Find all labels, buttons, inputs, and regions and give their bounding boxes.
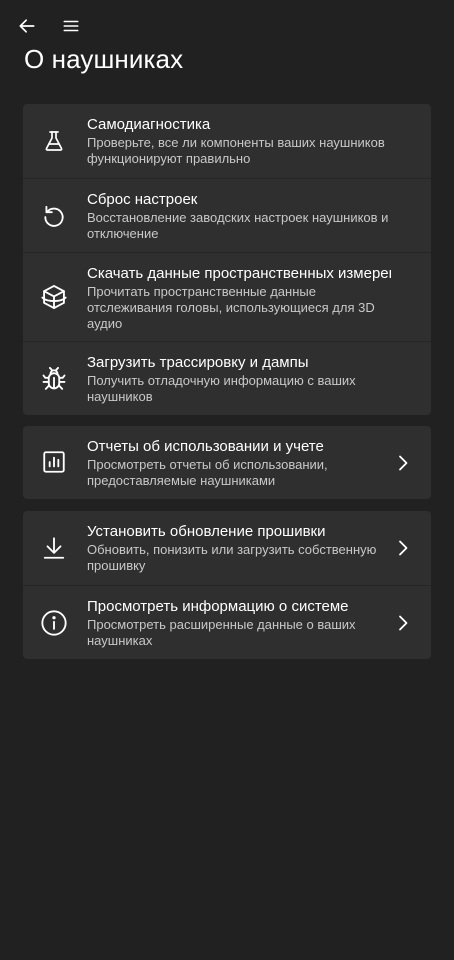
reset-icon — [39, 201, 69, 231]
item-title: Самодиагностика — [87, 116, 211, 133]
system-card: Установить обновление прошивки Обновить,… — [23, 511, 431, 659]
spatial-audio-icon — [39, 282, 69, 312]
diagnostics-card: Самодиагностика Проверьте, все ли компон… — [23, 104, 431, 415]
item-subtitle: Прочитать пространственные данные отслеж… — [87, 284, 375, 331]
item-title: Скачать данные пространственных измерен — [87, 265, 391, 282]
chevron-right-icon — [395, 455, 411, 471]
bar-chart-icon — [39, 447, 69, 477]
item-subtitle: Просмотреть отчеты об использовании, пре… — [87, 457, 328, 488]
item-subtitle: Проверьте, все ли компоненты ваших наушн… — [87, 135, 385, 166]
hamburger-menu-icon — [63, 20, 79, 32]
item-title: Загрузить трассировку и дампы — [87, 354, 309, 371]
spatial-data-item[interactable]: Скачать данные пространственных измерен … — [23, 252, 431, 341]
chevron-right-icon — [395, 540, 411, 556]
info-icon — [39, 608, 69, 638]
chevron-right-icon — [395, 615, 411, 631]
item-title: Просмотреть информацию о системе — [87, 598, 349, 615]
page-title: О наушниках — [24, 44, 184, 74]
flask-icon — [39, 126, 69, 156]
firmware-update-item[interactable]: Установить обновление прошивки Обновить,… — [23, 511, 431, 585]
item-subtitle: Восстановление заводских настроек наушни… — [87, 210, 389, 241]
item-title: Сброс настроек — [87, 191, 198, 208]
back-button[interactable] — [14, 13, 40, 39]
usage-reports-card: Отчеты об использовании и учете Просмотр… — [23, 426, 431, 499]
item-title: Отчеты об использовании и учете — [87, 438, 324, 455]
system-info-item[interactable]: Просмотреть информацию о системе Просмот… — [23, 585, 431, 659]
item-title: Установить обновление прошивки — [87, 523, 326, 540]
factory-reset-item[interactable]: Сброс настроек Восстановление заводских … — [23, 178, 431, 252]
download-icon — [39, 533, 69, 563]
trace-dumps-item[interactable]: Загрузить трассировку и дампы Получить о… — [23, 341, 431, 415]
arrow-left-icon — [19, 19, 35, 33]
top-app-bar — [0, 0, 454, 50]
menu-button[interactable] — [58, 13, 84, 39]
item-subtitle: Обновить, понизить или загрузить собстве… — [87, 542, 377, 573]
bug-icon — [39, 364, 69, 394]
self-diagnostics-item[interactable]: Самодиагностика Проверьте, все ли компон… — [23, 104, 431, 178]
item-subtitle: Получить отладочную информацию с ваших н… — [87, 373, 356, 404]
usage-reports-item[interactable]: Отчеты об использовании и учете Просмотр… — [23, 426, 431, 499]
item-subtitle: Просмотреть расширенные данные о ваших н… — [87, 617, 356, 648]
